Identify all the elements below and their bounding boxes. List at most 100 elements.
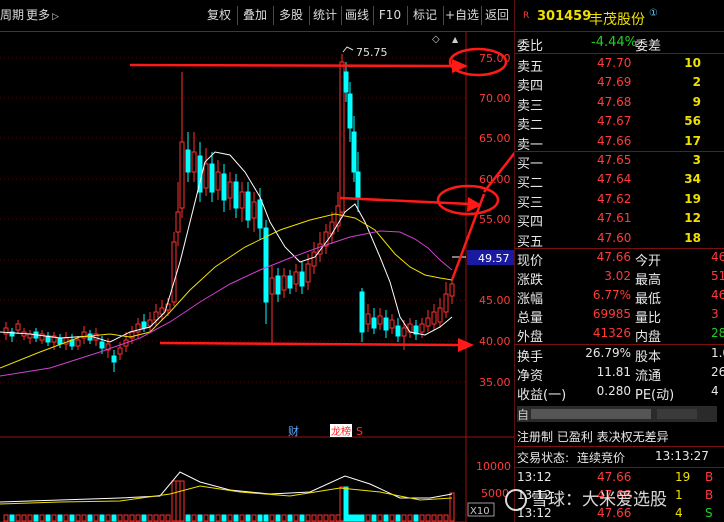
volume-bar <box>449 492 455 522</box>
candle-body <box>263 227 269 303</box>
volume-bar <box>239 514 245 522</box>
ask-row[interactable]: 卖四 47.69 2 <box>515 74 724 94</box>
volume-bar <box>3 514 9 522</box>
volume-bar <box>135 514 141 522</box>
volume-bar <box>57 514 63 522</box>
tick-volume: 19 <box>675 470 691 484</box>
volume-bar <box>425 514 431 522</box>
bid-row[interactable]: 买五 47.60 18 <box>515 230 724 250</box>
stats-label: 收益(一) <box>517 388 567 403</box>
candle-body <box>117 347 123 355</box>
volume-bar <box>203 514 209 522</box>
ask-volume: 56 <box>684 114 701 129</box>
kline-chart[interactable]: 75.00 70.00 65.00 60.00 55.00 50.00 45.0… <box>0 32 514 522</box>
stats-value: 4 <box>711 384 719 398</box>
volume-bar <box>175 480 181 522</box>
quote-value: 47.66 <box>596 250 631 264</box>
add-watchlist-button[interactable]: +自选 <box>443 6 482 25</box>
kline-chart-svg: 75.00 70.00 65.00 60.00 55.00 50.00 45.0… <box>0 32 514 522</box>
f10-button[interactable]: F10 <box>373 6 408 25</box>
candle-body <box>437 307 443 323</box>
ask-row[interactable]: 卖五 47.70 10 <box>515 55 724 75</box>
candle-body <box>99 341 105 349</box>
volume-bars <box>3 480 455 522</box>
volume-bar <box>9 514 15 522</box>
volume-bar <box>93 514 99 522</box>
quote-panel: R 301459 丰茂股份 ① 委比 -4.44% 委差 卖五 47.70 10 卖四… <box>514 0 724 522</box>
more-button[interactable]: 更多 ▷ <box>26 6 70 25</box>
ask-label: 卖三 <box>517 98 544 114</box>
stats-row: 收益(一) 0.280 PE(动) 4 <box>515 383 724 403</box>
candle-body <box>111 355 117 363</box>
volume-bar <box>63 514 69 522</box>
candle-body <box>221 173 227 201</box>
bid-price: 47.64 <box>597 172 632 187</box>
quote-value: 3 <box>711 307 719 321</box>
trade-status-label: 交易状态: <box>517 451 570 465</box>
overlay-button[interactable]: 叠加 <box>237 6 274 25</box>
triangle-icon[interactable]: ▲ <box>452 35 459 44</box>
ask-price: 47.69 <box>597 75 632 90</box>
draw-line-button[interactable]: 画线 <box>341 6 374 25</box>
ask-volume: 17 <box>684 133 701 148</box>
ma20-line <box>0 230 453 377</box>
volume-bar <box>117 514 123 522</box>
ask-label: 卖二 <box>517 118 544 134</box>
trade-status-value: 连续竞价 <box>577 451 626 465</box>
weibi-label: 委比 <box>517 39 544 54</box>
bid-row[interactable]: 买二 47.64 34 <box>515 171 724 191</box>
ask-label: 卖五 <box>517 60 544 75</box>
registration-row: 注册制 已盈利 表决权无差异 <box>515 427 724 447</box>
stock-name-mark: ① <box>649 8 658 19</box>
watermark-text: 雪球：大米爱选股 <box>531 490 667 510</box>
volume-bar <box>147 514 153 522</box>
candle-body <box>281 275 287 291</box>
volume-bar <box>75 514 81 522</box>
back-button[interactable]: 返回 <box>481 6 513 25</box>
candle-body <box>175 211 181 233</box>
quote-label: 最低 <box>635 292 662 307</box>
mark-button[interactable]: 标记 <box>407 6 444 25</box>
quote-label: 今开 <box>635 254 662 269</box>
statistics-button[interactable]: 统计 <box>309 6 342 25</box>
s-badge[interactable]: S <box>356 425 363 438</box>
ask-price: 47.68 <box>597 94 632 109</box>
volume-bar <box>317 514 323 522</box>
finance-badge[interactable]: 财 <box>288 424 299 438</box>
stats-label: 流通 <box>635 369 662 384</box>
quote-row: 现价 47.66 今开 46 <box>515 249 724 269</box>
bid-price: 47.65 <box>597 153 632 167</box>
quote-row: 外盘 41326 内盘 28 <box>515 325 724 345</box>
price-axis-label: 65.00 <box>479 132 511 145</box>
price-axis-label: 40.00 <box>479 335 511 348</box>
bid-row[interactable]: 买四 47.61 12 <box>515 210 724 230</box>
candlestick-series <box>3 54 455 372</box>
volume-bar <box>39 514 45 522</box>
candle-body <box>185 149 191 173</box>
high-price-marker: 75.75 <box>356 46 388 59</box>
current-price-value: 49.57 <box>478 252 510 265</box>
multi-stock-button[interactable]: 多股 <box>273 6 310 25</box>
candle-body <box>339 61 345 213</box>
volume-bar <box>293 514 299 522</box>
stats-label: 换手 <box>517 350 544 365</box>
ask-row[interactable]: 卖一 47.66 17 <box>515 133 724 153</box>
volume-bar <box>383 514 389 522</box>
bid-row[interactable]: 买三 47.62 19 <box>515 191 724 211</box>
quote-label: 现价 <box>517 254 544 269</box>
volume-bar <box>185 514 191 522</box>
volume-bar <box>287 514 293 522</box>
bid-row[interactable]: 买一 47.65 3 <box>515 152 724 172</box>
quote-value: 41326 <box>592 326 631 340</box>
period-button[interactable]: 周期 <box>0 6 24 25</box>
ask-row[interactable]: 卖三 47.68 9 <box>515 94 724 114</box>
tick-time: 13:12 <box>517 470 552 484</box>
dragon-tiger-badge[interactable]: 龙榜 <box>331 425 351 438</box>
candle-body <box>347 93 353 129</box>
ask-row[interactable]: 卖二 47.67 56 <box>515 113 724 133</box>
volume-bar <box>311 514 317 522</box>
fuquan-button[interactable]: 复权 <box>201 6 238 25</box>
volume-bar <box>141 514 147 522</box>
volume-bar <box>437 514 443 522</box>
diamond-icon[interactable]: ◇ <box>432 34 440 45</box>
